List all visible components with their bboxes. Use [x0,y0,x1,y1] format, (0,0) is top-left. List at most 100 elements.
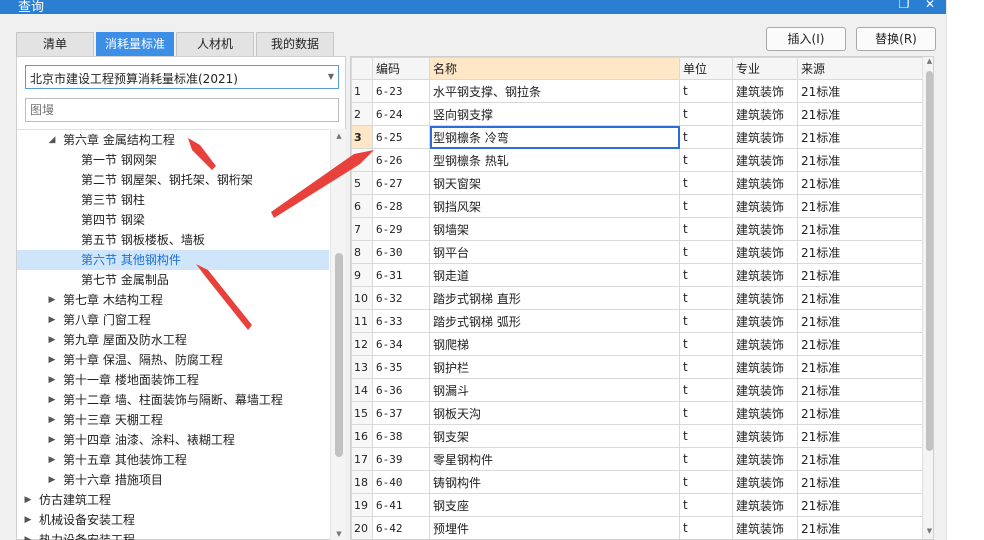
source-cell[interactable]: 21标准 [797,309,923,333]
code-cell[interactable]: 6-31 [372,263,430,287]
name-cell[interactable]: 钢漏斗 [429,378,680,402]
unit-cell[interactable]: t [679,470,733,494]
source-cell[interactable]: 21标准 [797,447,923,471]
expand-arrow-icon[interactable]: ▶ [23,510,33,530]
name-cell[interactable]: 钢支座 [429,493,680,517]
code-cell[interactable]: 6-29 [372,217,430,241]
source-cell[interactable]: 21标准 [797,194,923,218]
name-cell[interactable]: 钢护栏 [429,355,680,379]
specialty-cell[interactable]: 建筑装饰 [732,493,798,517]
specialty-cell[interactable]: 建筑装饰 [732,217,798,241]
table-row[interactable]: 7 6-29 钢墙架 t 建筑装饰 21标准 [351,217,923,241]
table-row[interactable]: 9 6-31 钢走道 t 建筑装饰 21标准 [351,263,923,287]
name-cell[interactable]: 踏步式钢梯 直形 [429,286,680,310]
specialty-cell[interactable]: 建筑装饰 [732,263,798,287]
tab-bill[interactable]: 清单 [16,32,94,56]
collapse-arrow-icon[interactable]: ◢ [47,130,57,150]
column-header-name[interactable]: 名称 [429,57,680,80]
name-cell[interactable]: 钢平台 [429,240,680,264]
expand-arrow-icon[interactable]: ▶ [47,450,57,470]
name-cell[interactable]: 型钢檩条 冷弯 [429,125,680,149]
unit-cell[interactable]: t [679,378,733,402]
code-cell[interactable]: 6-38 [372,424,430,448]
source-cell[interactable]: 21标准 [797,217,923,241]
source-cell[interactable]: 21标准 [797,125,923,149]
tab-my-data[interactable]: 我的数据 [256,32,334,56]
source-cell[interactable]: 21标准 [797,470,923,494]
scroll-up-icon[interactable]: ▲ [331,129,347,143]
specialty-cell[interactable]: 建筑装饰 [732,401,798,425]
specialty-cell[interactable]: 建筑装饰 [732,148,798,172]
row-index[interactable]: 2 [351,102,373,126]
name-cell[interactable]: 铸钢构件 [429,470,680,494]
scroll-up-icon[interactable]: ▲ [923,57,933,65]
code-cell[interactable]: 6-41 [372,493,430,517]
close-icon[interactable]: ✕ [922,0,938,11]
row-index[interactable]: 7 [351,217,373,241]
table-row[interactable]: 20 6-42 预埋件 t 建筑装饰 21标准 [351,516,923,539]
row-index[interactable]: 13 [351,355,373,379]
name-cell[interactable]: 钢挡风架 [429,194,680,218]
unit-cell[interactable]: t [679,401,733,425]
code-cell[interactable]: 6-28 [372,194,430,218]
code-cell[interactable]: 6-24 [372,102,430,126]
code-cell[interactable]: 6-42 [372,516,430,539]
specialty-cell[interactable]: 建筑装饰 [732,516,798,539]
source-cell[interactable]: 21标准 [797,401,923,425]
code-cell[interactable]: 6-35 [372,355,430,379]
name-cell[interactable]: 竖向钢支撑 [429,102,680,126]
row-index[interactable]: 3 [351,125,373,149]
chevron-down-icon[interactable]: ▼ [328,72,334,81]
specialty-cell[interactable]: 建筑装饰 [732,470,798,494]
row-index[interactable]: 1 [351,79,373,103]
scroll-down-icon[interactable]: ▼ [331,527,347,540]
tree-item[interactable]: ▶ 第七章 木结构工程 [17,290,329,310]
name-cell[interactable]: 钢走道 [429,263,680,287]
column-header-unit[interactable]: 单位 [679,57,733,80]
row-index[interactable]: 10 [351,286,373,310]
expand-arrow-icon[interactable]: ▶ [47,470,57,490]
unit-cell[interactable]: t [679,447,733,471]
expand-arrow-icon[interactable]: ▶ [47,350,57,370]
unit-cell[interactable]: t [679,148,733,172]
specialty-cell[interactable]: 建筑装饰 [732,240,798,264]
expand-arrow-icon[interactable]: ▶ [23,490,33,510]
tree-item[interactable]: 第四节 钢梁 [17,210,329,230]
tree-item[interactable]: ▶ 第十四章 油漆、涂料、裱糊工程 [17,430,329,450]
code-cell[interactable]: 6-25 [372,125,430,149]
unit-cell[interactable]: t [679,79,733,103]
source-cell[interactable]: 21标准 [797,102,923,126]
tree-item[interactable]: ▶ 第十二章 墙、柱面装饰与隔断、幕墙工程 [17,390,329,410]
tree-item[interactable]: ▶ 第十五章 其他装饰工程 [17,450,329,470]
name-cell[interactable]: 预埋件 [429,516,680,539]
column-header-code[interactable]: 编码 [372,57,430,80]
expand-arrow-icon[interactable]: ▶ [47,430,57,450]
tree-item[interactable]: ▶ 热力设备安装工程 [17,530,329,540]
expand-arrow-icon[interactable]: ▶ [47,290,57,310]
unit-cell[interactable]: t [679,125,733,149]
tab-consumption-standard[interactable]: 消耗量标准 [96,32,174,56]
table-row[interactable]: 19 6-41 钢支座 t 建筑装饰 21标准 [351,493,923,517]
code-cell[interactable]: 6-27 [372,171,430,195]
row-index[interactable]: 11 [351,309,373,333]
source-cell[interactable]: 21标准 [797,286,923,310]
name-cell[interactable]: 钢天窗架 [429,171,680,195]
specialty-cell[interactable]: 建筑装饰 [732,79,798,103]
row-index[interactable]: 8 [351,240,373,264]
specialty-cell[interactable]: 建筑装饰 [732,309,798,333]
table-row[interactable]: 3 6-25 型钢檩条 冷弯 t 建筑装饰 21标准 [351,125,923,149]
table-row[interactable]: 5 6-27 钢天窗架 t 建筑装饰 21标准 [351,171,923,195]
table-row[interactable]: 1 6-23 水平钢支撑、钢拉条 t 建筑装饰 21标准 [351,79,923,103]
source-cell[interactable]: 21标准 [797,332,923,356]
code-cell[interactable]: 6-39 [372,447,430,471]
column-header-source[interactable]: 来源 [797,57,923,80]
code-cell[interactable]: 6-36 [372,378,430,402]
source-cell[interactable]: 21标准 [797,424,923,448]
tree-item[interactable]: ▶ 机械设备安装工程 [17,510,329,530]
row-index[interactable]: 19 [351,493,373,517]
source-cell[interactable]: 21标准 [797,355,923,379]
table-row[interactable]: 13 6-35 钢护栏 t 建筑装饰 21标准 [351,355,923,379]
tree-item[interactable]: ▶ 第十章 保温、隔热、防腐工程 [17,350,329,370]
specialty-cell[interactable]: 建筑装饰 [732,102,798,126]
table-row[interactable]: 11 6-33 踏步式钢梯 弧形 t 建筑装饰 21标准 [351,309,923,333]
